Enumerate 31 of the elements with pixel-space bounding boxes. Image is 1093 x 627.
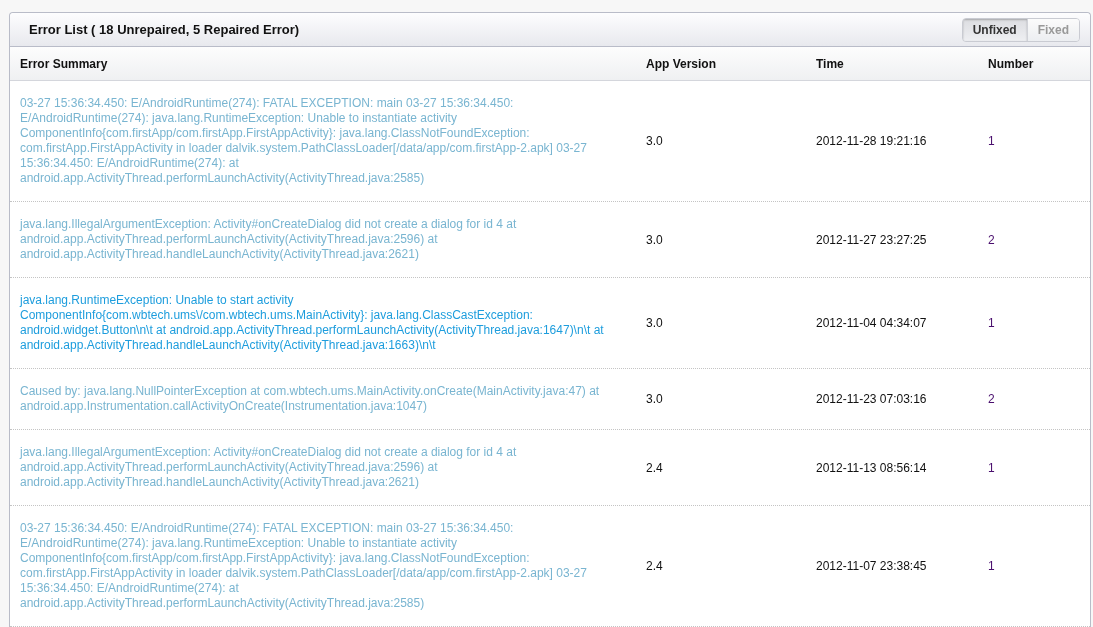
app-version-cell: 2.4 [646, 559, 663, 573]
app-version-cell: 3.0 [646, 316, 663, 330]
column-header: Time [816, 56, 844, 71]
error-summary-link[interactable]: 03-27 15:36:34.450: E/AndroidRuntime(274): FATAL EXCEPTION: main 03-27 15:36:34.450: E/AndroidRuntime(274): java.lang.RuntimeException: Unable to instantiate activity ComponentInfo{com.firstApp/com.firstApp.FirstAppActivity}: java.lang.ClassNotFoundException: com.firstApp.FirstAppActivity in loader dalvik.system.PathClassLoader[/data/app/com.firstApp-2.apk] 03-27 15:36:34.450: E/AndroidRuntime(274): at android.app.ActivityThread.performLaunchActivity(ActivityThread.java:2585) [20, 521, 610, 611]
filter-tab[interactable]: Unfixed [962, 18, 1027, 41]
error-summary-link[interactable]: Caused by: java.lang.NullPointerException at com.wbtech.ums.MainActivity.onCreate(MainActivity.java:47) at android.app.Instrumentation.callActivityOnCreate(Instrumentation.java:1047) [20, 384, 610, 414]
panel-title: Error List ( 18 Unrepaired, 5 Repaired Error) [29, 22, 300, 37]
error-summary-link[interactable]: 03-27 15:36:34.450: E/AndroidRuntime(274): FATAL EXCEPTION: main 03-27 15:36:34.450: E/AndroidRuntime(274): java.lang.RuntimeException: Unable to instantiate activity ComponentInfo{com.firstApp/com.firstApp.FirstAppActivity}: java.lang.ClassNotFoundException: com.firstApp.FirstAppActivity in loader dalvik.system.PathClassLoader[/data/app/com.firstApp-2.apk] 03-27 15:36:34.450: E/AndroidRuntime(274): at android.app.ActivityThread.performLaunchActivity(ActivityThread.java:2585) [20, 96, 610, 186]
app-version-cell: 3.0 [646, 134, 663, 148]
app-version-cell: 2.4 [646, 460, 663, 475]
number-cell: 1 [988, 316, 995, 330]
number-cell: 1 [988, 134, 995, 148]
time-cell: 2012-11-23 07:03:16 [816, 392, 927, 406]
filter-tab[interactable]: Fixed [1026, 18, 1079, 41]
time-cell: 2012-11-28 19:21:16 [816, 134, 927, 148]
time-cell: 2012-11-04 04:34:07 [816, 316, 927, 330]
error-summary-link[interactable]: java.lang.IllegalArgumentException: Activity#onCreateDialog did not create a dialog for id 4 at android.app.ActivityThread.performLaunchActivity(ActivityThread.java:2596) at android.app.ActivityThread.handleLaunchActivity(ActivityThread.java:2621) [20, 445, 610, 490]
column-header: Number [988, 56, 1034, 71]
error-summary-link[interactable]: java.lang.RuntimeException: Unable to start activity ComponentInfo{com.wbtech.ums\/com.wbtech.ums.MainActivity}: java.lang.ClassCastException: android.widget.Button\n\t at android.app.ActivityThread.performLaunchActivity(ActivityThread.java:1647)\n\t at android.app.ActivityThread.handleLaunchActivity(ActivityThread.java:1663)\n\t [20, 293, 610, 353]
app-version-cell: 3.0 [646, 232, 663, 247]
number-cell: 1 [988, 460, 995, 475]
number-cell: 1 [988, 559, 995, 573]
number-cell: 2 [988, 392, 995, 406]
column-header: App Version [646, 56, 716, 71]
time-cell: 2012-11-07 23:38:45 [816, 559, 927, 573]
number-cell: 2 [988, 232, 995, 247]
error-summary-link[interactable]: java.lang.IllegalArgumentException: Activity#onCreateDialog did not create a dialog for id 4 at android.app.ActivityThread.performLaunchActivity(ActivityThread.java:2596) at android.app.ActivityThread.handleLaunchActivity(ActivityThread.java:2621) [20, 217, 610, 262]
column-header: Error Summary [20, 56, 108, 71]
time-cell: 2012-11-13 08:56:14 [816, 460, 927, 475]
app-version-cell: 3.0 [646, 392, 663, 406]
time-cell: 2012-11-27 23:27:25 [816, 232, 927, 247]
